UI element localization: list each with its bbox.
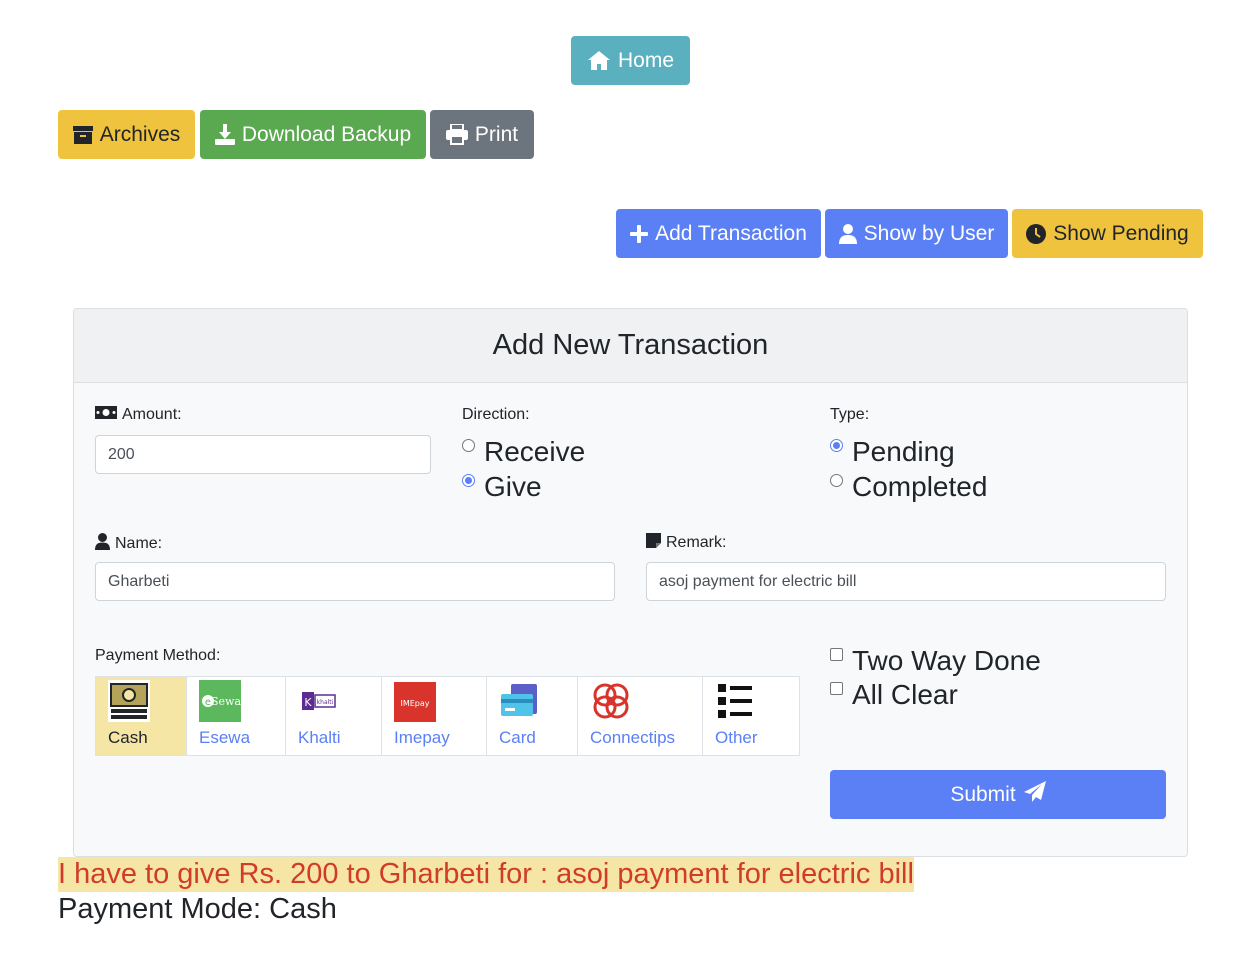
svg-text:K: K [304,696,312,709]
submit-label: Submit [950,782,1016,806]
payment-method-imepay[interactable]: IMEpay Imepay [382,677,487,755]
remark-label: Remark: [666,534,727,551]
payment-method-esewa-label: Esewa [199,728,251,747]
all-clear-option[interactable]: All Clear [830,679,958,711]
print-button[interactable]: Print [430,110,534,159]
direction-receive-option[interactable]: Receive [462,436,585,468]
download-backup-label: Download Backup [241,122,412,146]
payment-method-group: Cash e Sewa Esewa Kkhalti Khalti IMEpay I… [95,676,800,756]
amount-label: Amount: [122,406,182,423]
cash-icon [108,680,150,722]
archive-box-icon [72,125,93,144]
payment-method-other[interactable]: Other [703,677,799,755]
payment-method-other-label: Other [715,728,758,747]
two-way-done-checkbox[interactable] [830,647,843,661]
sticky-note-icon [646,533,661,553]
remark-label-group: Remark: [646,533,726,553]
direction-receive-radio[interactable] [462,438,475,452]
home-button[interactable]: Home [571,36,690,85]
all-clear-label: All Clear [852,679,958,710]
khalti-icon: Kkhalti [298,680,340,722]
clock-icon [1026,223,1047,244]
submit-button[interactable]: Submit [830,770,1166,819]
payment-method-connectips[interactable]: Connectips [578,677,703,755]
payment-method-esewa[interactable]: e Sewa Esewa [187,677,286,755]
list-icon [715,680,757,722]
connectips-icon [590,680,632,722]
type-pending-radio[interactable] [830,438,843,452]
amount-input[interactable]: 200 [95,435,431,474]
remark-input[interactable]: asoj payment for electric bill [646,562,1166,601]
transaction-summary: I have to give Rs. 200 to Gharbeti for :… [58,857,914,892]
paper-plane-icon [1023,781,1046,808]
payment-method-cash[interactable]: Cash [96,677,187,755]
direction-give-label: Give [484,471,542,502]
card-icon [499,680,541,722]
direction-give-option[interactable]: Give [462,471,542,503]
type-completed-option[interactable]: Completed [830,471,987,503]
home-label: Home [617,48,675,72]
payment-method-khalti[interactable]: Kkhalti Khalti [286,677,382,755]
type-completed-label: Completed [852,471,988,502]
user-icon [838,223,857,244]
payment-method-imepay-label: Imepay [394,728,450,747]
amount-label-group: Amount: [95,406,182,424]
two-way-done-option[interactable]: Two Way Done [830,645,1041,677]
payment-method-card[interactable]: Card [487,677,578,755]
payment-method-card-label: Card [499,728,536,747]
home-icon [587,50,611,71]
two-way-done-label: Two Way Done [852,645,1041,676]
name-input[interactable]: Gharbeti [95,562,615,601]
card-title: Add New Transaction [74,309,1187,383]
type-pending-option[interactable]: Pending [830,436,955,468]
payment-method-khalti-label: Khalti [298,728,341,747]
archives-label: Archives [99,122,181,146]
all-clear-checkbox[interactable] [830,681,843,695]
payment-method-cash-label: Cash [108,728,148,747]
direction-give-radio[interactable] [462,473,475,487]
add-transaction-button[interactable]: Add Transaction [616,209,821,258]
add-transaction-card: Add New Transaction Amount: 200 Directio… [73,308,1188,857]
add-transaction-label: Add Transaction [655,221,807,245]
download-backup-button[interactable]: Download Backup [200,110,426,159]
name-label: Name: [115,535,163,552]
esewa-icon: e Sewa [199,680,241,722]
show-by-user-button[interactable]: Show by User [825,209,1008,258]
type-completed-radio[interactable] [830,473,843,487]
printer-icon [445,124,468,145]
svg-text:khalti: khalti [317,699,334,706]
download-icon [214,124,235,145]
archives-button[interactable]: Archives [58,110,195,159]
payment-mode-summary: Payment Mode: Cash [58,893,337,925]
type-label: Type: [830,406,870,423]
show-pending-label: Show Pending [1053,221,1189,245]
type-pending-label: Pending [852,436,955,467]
direction-label: Direction: [462,406,530,423]
imepay-icon: IMEpay [394,680,436,722]
user-icon [95,533,110,555]
payment-method-label: Payment Method: [95,647,221,664]
show-by-user-label: Show by User [863,221,995,245]
svg-text:IMEpay: IMEpay [400,699,429,708]
name-label-group: Name: [95,533,162,555]
direction-receive-label: Receive [484,436,586,467]
payment-method-connectips-label: Connectips [590,728,676,747]
money-bill-icon [95,406,117,424]
svg-text:Sewa: Sewa [211,695,241,708]
print-label: Print [474,122,519,146]
show-pending-button[interactable]: Show Pending [1012,209,1203,258]
plus-icon [630,224,649,243]
